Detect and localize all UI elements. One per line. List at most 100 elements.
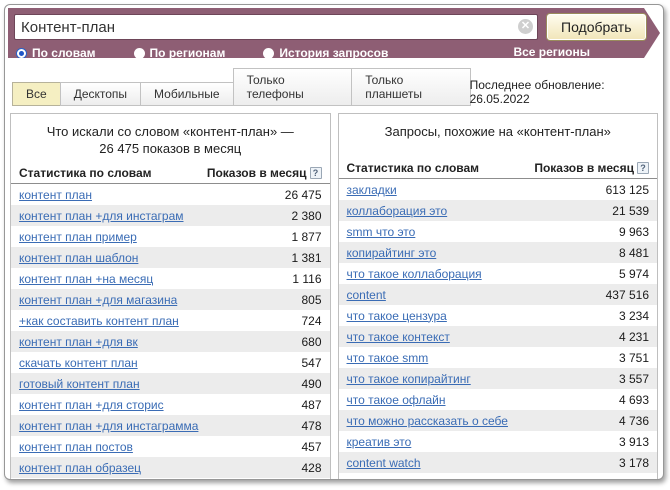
searched-with-word-panel: Что искали со словом «контент-план» — 26… [10, 113, 331, 480]
right-panel-title: Запросы, похожие на «контент-план» [339, 114, 658, 156]
impressions-value: 4 231 [619, 330, 649, 344]
impressions-value: 478 [301, 419, 321, 433]
table-row: что можно рассказать о себе 4 736 [339, 410, 658, 431]
radio-by-regions[interactable]: По регионам [134, 46, 226, 60]
right-table-header: Статистика по словам Показов в месяц ? [339, 156, 658, 179]
impressions-value: 428 [301, 461, 321, 475]
query-link[interactable]: smm что это [347, 225, 416, 239]
table-row: контент план +для инстаграмма 478 [11, 415, 330, 436]
impressions-value: 9 963 [619, 225, 649, 239]
table-row: контент план постов 457 [11, 436, 330, 457]
table-row: контент план пример 1 877 [11, 226, 330, 247]
tab-all[interactable]: Все [12, 82, 61, 106]
query-link[interactable]: что такое коллаборация [347, 267, 482, 281]
left-rows: контент план 26 475 контент план +для ин… [11, 184, 330, 480]
table-row: content 437 516 [339, 284, 658, 305]
impressions-value: 805 [301, 293, 321, 307]
search-input[interactable] [14, 14, 538, 40]
wordstat-page: ✕ Подобрать По словам По регионам Истори… [4, 4, 664, 480]
all-regions-link[interactable]: Все регионы [513, 45, 590, 61]
impressions-value: 3 234 [619, 309, 649, 323]
impressions-value: 8 481 [619, 246, 649, 260]
impressions-value: 1 877 [291, 230, 321, 244]
query-link[interactable]: контент план [19, 188, 92, 202]
table-row: что такое копирайтинг 3 557 [339, 368, 658, 389]
similar-queries-panel: Запросы, похожие на «контент-план» Стати… [338, 113, 659, 480]
query-link[interactable]: content watch [347, 456, 421, 470]
clear-icon[interactable]: ✕ [518, 19, 533, 34]
impressions-value: 3 557 [619, 372, 649, 386]
query-link[interactable]: контент план постов [19, 440, 133, 454]
table-row: smm что это 9 963 [339, 221, 658, 242]
radio-unselected-icon [263, 48, 274, 59]
column-count-header: Показов в месяц [207, 166, 307, 180]
column-word-header: Статистика по словам [19, 166, 152, 180]
help-icon[interactable]: ? [310, 167, 322, 179]
query-link[interactable]: копирайтинг это [347, 246, 437, 260]
tab-tablets-only[interactable]: Только планшеты [351, 68, 470, 106]
query-link[interactable]: content [347, 288, 386, 302]
right-rows: закладки 613 125 коллаборация это 21 539… [339, 179, 658, 480]
query-link[interactable]: коллаборация это [347, 204, 448, 218]
query-link[interactable]: закладки [347, 183, 397, 197]
query-link[interactable]: готовый контент план [19, 377, 140, 391]
query-link[interactable]: контент план +для вк [19, 335, 138, 349]
impressions-value: 3 751 [619, 351, 649, 365]
query-link[interactable]: что такое smm [347, 351, 429, 365]
table-row: контент план +для сторис 487 [11, 394, 330, 415]
query-link[interactable]: офлайн что это [347, 477, 433, 481]
table-row: офлайн что это 9 596 [339, 473, 658, 480]
tab-phones-only[interactable]: Только телефоны [233, 68, 353, 106]
query-link[interactable]: что такое офлайн [347, 393, 446, 407]
impressions-value: 457 [301, 440, 321, 454]
query-link[interactable]: скачать контент план [19, 356, 138, 370]
radio-by-words[interactable]: По словам [16, 46, 96, 60]
table-row: контент план +для инстаграм 2 380 [11, 205, 330, 226]
radio-by-words-label: По словам [32, 46, 96, 60]
table-row: контент план +для вк 680 [11, 331, 330, 352]
impressions-value: 487 [301, 398, 321, 412]
query-link[interactable]: что такое цензура [347, 309, 447, 323]
query-link[interactable]: контент план +для магазина [19, 293, 177, 307]
table-row: +как составить контент план 724 [11, 310, 330, 331]
impressions-value: 437 516 [606, 288, 649, 302]
query-link[interactable]: контент план шаблон [19, 251, 138, 265]
table-row: что такое smm 3 751 [339, 347, 658, 368]
impressions-value: 4 693 [619, 393, 649, 407]
impressions-value: 724 [301, 314, 321, 328]
table-row: контент план образец 428 [11, 457, 330, 478]
last-update-text: Последнее обновление: 26.05.2022 [470, 78, 656, 106]
impressions-value: 547 [301, 356, 321, 370]
impressions-value: 26 475 [285, 188, 322, 202]
query-link[interactable]: контент план +для сторис [19, 398, 164, 412]
table-row: контент план +на месяц 1 116 [11, 268, 330, 289]
tab-desktops[interactable]: Десктопы [60, 82, 141, 106]
query-link[interactable]: что такое контекст [347, 330, 450, 344]
tab-mobile[interactable]: Мобильные [140, 82, 234, 106]
query-link[interactable]: +как составить контент план [19, 314, 179, 328]
submit-button[interactable]: Подобрать [546, 13, 647, 41]
table-row: контент план салона 410 [11, 478, 330, 480]
query-link[interactable]: контент план +на месяц [19, 272, 153, 286]
query-link[interactable]: контент план образец [19, 461, 141, 475]
query-link[interactable]: креатив это [347, 435, 412, 449]
column-count-header: Показов в месяц [534, 161, 634, 175]
impressions-value: 490 [301, 377, 321, 391]
radio-by-regions-label: По регионам [150, 46, 226, 60]
query-link[interactable]: что можно рассказать о себе [347, 414, 508, 428]
help-icon[interactable]: ? [637, 162, 649, 174]
left-table-header: Статистика по словам Показов в месяц ? [11, 161, 330, 184]
query-link[interactable]: контент план +для инстаграм [19, 209, 184, 223]
table-row: что такое коллаборация 5 974 [339, 263, 658, 284]
impressions-value: 3 178 [619, 456, 649, 470]
query-link[interactable]: контент план +для инстаграмма [19, 419, 198, 433]
table-row: что такое офлайн 4 693 [339, 389, 658, 410]
query-link[interactable]: контент план пример [19, 230, 137, 244]
impressions-value: 5 974 [619, 267, 649, 281]
query-link[interactable]: что такое копирайтинг [347, 372, 471, 386]
impressions-value: 613 125 [606, 183, 649, 197]
search-banner: ✕ Подобрать По словам По регионам Истори… [8, 8, 660, 58]
radio-selected-icon [16, 48, 27, 59]
radio-query-history[interactable]: История запросов [263, 46, 388, 60]
impressions-value: 3 913 [619, 435, 649, 449]
